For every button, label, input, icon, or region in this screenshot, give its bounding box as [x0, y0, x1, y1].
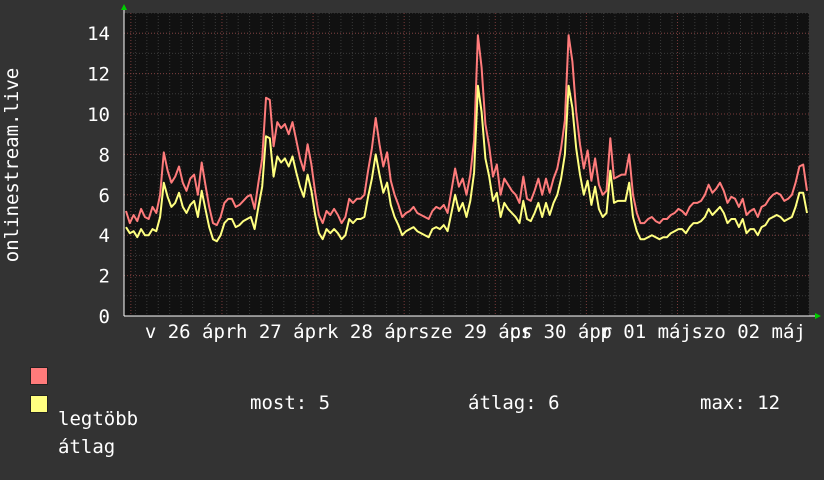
y-tick-label: 10 — [87, 104, 110, 126]
y-ticks: 0 2 4 6 8 10 12 14 — [87, 23, 110, 328]
legend-swatch-avg — [30, 395, 48, 413]
legend-label-avg: átlag — [58, 436, 116, 458]
y-axis-label: onlinestream.live — [1, 68, 23, 262]
x-tick-label: szo 02 máj — [691, 321, 805, 343]
x-tick-label: p 01 máj — [600, 321, 692, 343]
x-tick-label: v 26 ápr — [145, 321, 237, 343]
stat-max: max: 12 — [700, 392, 781, 414]
legend-swatch-max — [30, 367, 48, 385]
legend-item-avg: átlag — [30, 392, 115, 480]
stat-now: most: 5 — [250, 392, 331, 414]
x-tick-label: k 28 ápr — [327, 321, 419, 343]
x-tick-label: cs 30 ápr — [509, 321, 612, 343]
y-tick-label: 6 — [99, 185, 110, 207]
y-tick-label: 0 — [99, 306, 110, 328]
y-tick-label: 12 — [87, 64, 110, 86]
y-axis-arrow — [121, 4, 127, 10]
x-ticks: v 26 ápr h 27 ápr k 28 ápr sze 29 áprcs 30 … — [145, 321, 806, 343]
x-axis-arrow — [815, 313, 821, 319]
x-tick-label: h 27 ápr — [236, 321, 328, 343]
y-tick-label: 2 — [99, 266, 110, 288]
stat-average: átlag: 6 — [468, 392, 560, 414]
y-tick-label: 14 — [87, 23, 110, 45]
chart: 0 2 4 6 8 10 12 14 v 26 ápr h 27 ápr k 28 ápr sze … — [1, 4, 821, 343]
y-tick-label: 4 — [99, 225, 110, 247]
y-tick-label: 8 — [99, 144, 110, 166]
